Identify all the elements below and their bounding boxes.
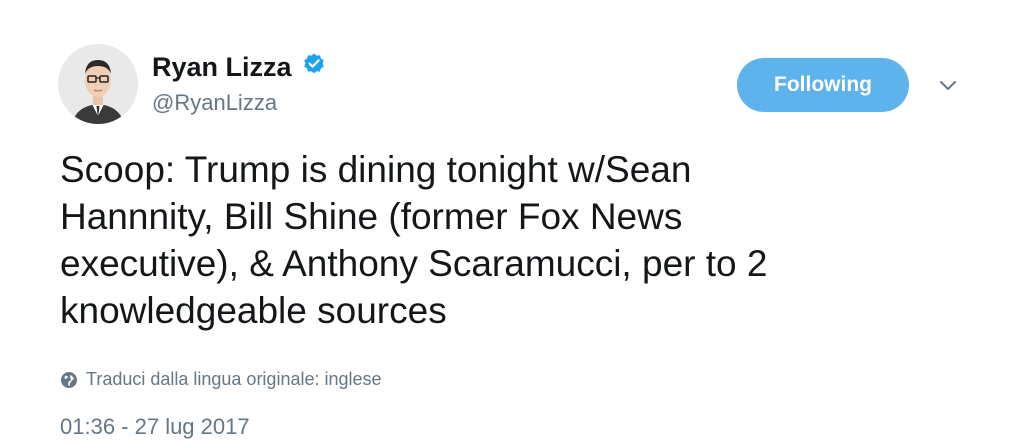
- verified-badge-icon: [302, 52, 326, 81]
- tweet-timestamp[interactable]: 01:36 - 27 lug 2017: [60, 414, 250, 440]
- tweet-text-line: knowledgeable sources: [60, 290, 447, 331]
- tweet-text-line: Hannnity, Bill Shine (former Fox News: [60, 196, 683, 237]
- user-handle[interactable]: @RyanLizza: [152, 90, 326, 116]
- translate-label: Traduci dalla lingua originale: inglese: [86, 369, 382, 389]
- tweet-text-line: executive), & Anthony Scaramucci, per to…: [60, 243, 768, 284]
- tweet-text-line: Scoop: Trump is dining tonight w/Sean: [60, 149, 692, 190]
- following-button[interactable]: Following: [737, 58, 909, 112]
- avatar[interactable]: [58, 44, 138, 124]
- chevron-down-icon[interactable]: [934, 74, 962, 96]
- tweet-text: Scoop: Trump is dining tonight w/Sean Ha…: [60, 146, 980, 334]
- tweet-card: Ryan Lizza @RyanLizza Following Scoop: T…: [0, 0, 1024, 440]
- display-name[interactable]: Ryan Lizza: [152, 52, 292, 82]
- translate-link[interactable]: Traduci dalla lingua originale: inglese: [60, 369, 382, 390]
- user-info: Ryan Lizza @RyanLizza: [152, 52, 326, 116]
- globe-icon: [60, 371, 78, 389]
